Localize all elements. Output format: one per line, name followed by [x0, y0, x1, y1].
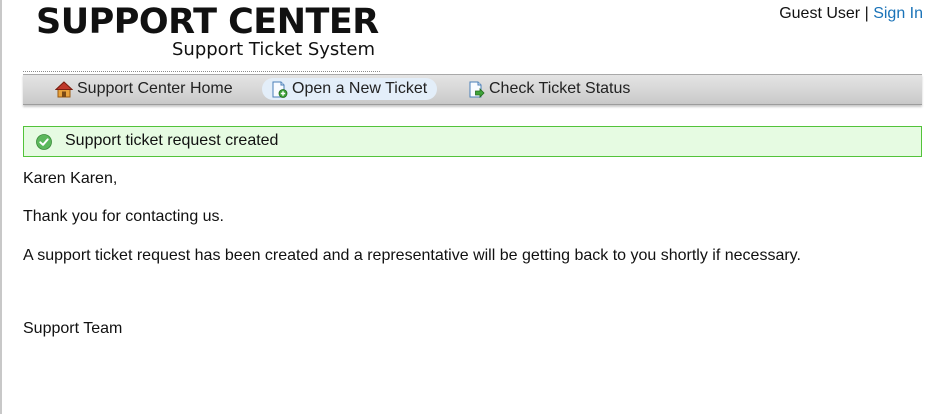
guest-user-label: Guest User	[779, 5, 861, 22]
new-ticket-icon	[272, 81, 288, 98]
check-circle-icon	[36, 134, 52, 150]
home-icon	[55, 81, 73, 98]
ticket-status-icon	[469, 81, 485, 98]
logo-divider	[23, 71, 380, 72]
greeting-text: Karen Karen,	[23, 170, 118, 187]
nav-item-open-ticket[interactable]: Open a New Ticket	[262, 78, 438, 100]
sign-in-link[interactable]: Sign In	[873, 5, 923, 22]
signature-text: Support Team	[23, 320, 123, 337]
main-nav: Support Center Home Open a New Ticket Ch…	[23, 74, 922, 105]
user-info: Guest User | Sign In	[779, 5, 923, 23]
site-logo[interactable]: SUPPORT CENTER Support Ticket System	[23, 2, 381, 74]
confirmation-text: A support ticket request has been create…	[23, 247, 801, 264]
alert-message: Support ticket request created	[65, 132, 279, 149]
logo-title: SUPPORT CENTER	[36, 2, 379, 42]
user-separator: |	[864, 5, 869, 22]
logo-subtitle: Support Ticket System	[172, 39, 375, 60]
nav-item-check-status[interactable]: Check Ticket Status	[459, 78, 640, 100]
nav-item-label: Check Ticket Status	[489, 80, 631, 97]
thanks-text: Thank you for contacting us.	[23, 208, 224, 225]
nav-item-label: Support Center Home	[77, 80, 233, 97]
nav-item-home[interactable]: Support Center Home	[47, 78, 243, 100]
page-left-border	[0, 0, 2, 414]
success-alert: Support ticket request created	[23, 126, 922, 157]
nav-item-label: Open a New Ticket	[292, 80, 428, 97]
